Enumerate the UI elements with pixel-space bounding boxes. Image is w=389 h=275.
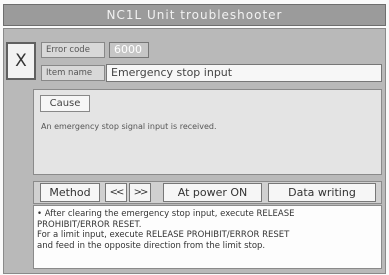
data-writing-button[interactable]: Data writing bbox=[268, 183, 376, 202]
method-line: and feed in the opposite direction from … bbox=[37, 240, 266, 251]
at-power-on-button[interactable]: At power ON bbox=[163, 183, 262, 202]
method-text: • After clearing the emergency stop inpu… bbox=[37, 209, 379, 251]
item-name-label: Item name bbox=[41, 65, 105, 81]
method-line: For a limit input, execute RELEASE PROHI… bbox=[37, 230, 290, 240]
method-tab[interactable]: Method bbox=[40, 183, 100, 202]
cause-text: An emergency stop signal input is receiv… bbox=[41, 122, 217, 131]
troubleshooter-window: NC1L Unit troubleshooter X Error code 60… bbox=[0, 0, 389, 275]
prev-button[interactable]: << bbox=[105, 183, 127, 202]
window-title: NC1L Unit troubleshooter bbox=[3, 4, 386, 26]
error-code-label: Error code bbox=[41, 42, 105, 58]
item-name-value: Emergency stop input bbox=[106, 64, 382, 82]
cause-tab[interactable]: Cause bbox=[40, 95, 90, 112]
method-line: PROHIBIT/ERROR RESET. bbox=[37, 219, 142, 230]
method-line: • After clearing the emergency stop inpu… bbox=[37, 209, 295, 219]
next-button[interactable]: >> bbox=[129, 183, 151, 202]
error-code-value: 6000 bbox=[109, 42, 149, 58]
close-button[interactable]: X bbox=[6, 42, 36, 80]
